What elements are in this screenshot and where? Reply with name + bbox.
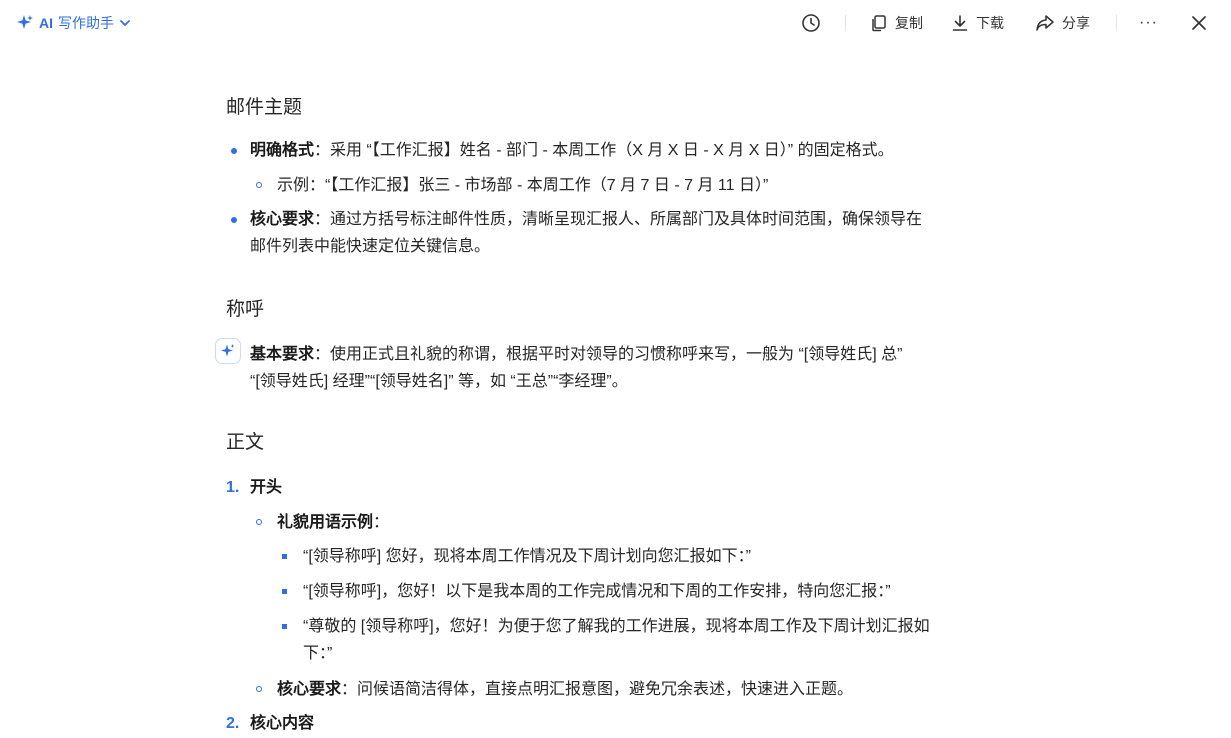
sparkle-icon [221,344,235,357]
bullet-square [282,624,287,629]
document-content: 邮件主题 明确格式：采用 “【工作汇报】姓名 - 部门 - 本周工作（X 月 X… [0,0,1231,738]
bullet-square [282,554,287,559]
item-bold-label: 明确格式 [250,142,315,159]
bullet-ring [256,519,262,525]
list-number: 1. [226,479,240,496]
list-item: 明确格式：采用 “【工作汇报】姓名 - 部门 - 本周工作（X 月 X 日 - … [250,137,894,164]
item-text: ：采用 “【工作汇报】姓名 - 部门 - 本周工作（X 月 X 日 - X 月 … [314,142,894,159]
bullet-ring [256,686,262,692]
list-number: 2. [226,715,240,732]
bullet-ring [256,182,262,188]
item-text: ：通过方括号标注邮件性质，清晰呈现汇报人、所属部门及具体时间范围，确保领导在 [314,211,923,228]
list-item: “尊敬的 [领导称呼]，您好！为便于您了解我的工作进展，现将本周工作及下周计划汇… [303,618,930,635]
list-item: “[领导称呼] 您好，现将本周工作情况及下周计划向您汇报如下：” [303,548,751,565]
ai-sparkle-button[interactable] [215,338,241,364]
list-item: “[领导称呼]，您好！以下是我本周的工作完成情况和下周的工作安排，特向您汇报：” [303,583,891,600]
item-text: ：使用正式且礼貌的称谓，根据平时对领导的习惯称呼来写，一般为 “[领导姓氏] 总… [314,346,903,363]
list-item: 示例：“【工作汇报】张三 - 市场部 - 本周工作（7 月 7 日 - 7 月 … [277,177,769,194]
list-item: 核心内容 [250,710,314,737]
bullet-dot [231,148,237,154]
item-bold-label: 核心要求 [277,681,342,698]
item-bold-label: 开头 [250,479,283,496]
list-item: 礼貌用语示例： [277,509,389,536]
list-item: 核心要求：问候语简洁得体，直接点明汇报意图，避免冗余表述，快速进入正题。 [277,676,853,703]
bullet-square [282,589,287,594]
section-title-salutation: 称呼 [226,299,265,320]
item-bold-label: 核心内容 [250,715,315,732]
bullet-dot [231,217,237,223]
list-item: 基本要求：使用正式且礼貌的称谓，根据平时对领导的习惯称呼来写，一般为 “[领导姓… [250,341,902,368]
item-bold-label: 基本要求 [250,346,315,363]
list-item: 开头 [250,474,282,501]
list-item: 核心要求：通过方括号标注邮件性质，清晰呈现汇报人、所属部门及具体时间范围，确保领… [250,206,922,233]
section-title-body: 正文 [226,432,265,453]
list-item-continuation: 邮件列表中能快速定位关键信息。 [250,238,491,255]
section-title-subject: 邮件主题 [226,97,303,118]
item-text: ： [373,514,390,531]
item-text: ：问候语简洁得体，直接点明汇报意图，避免冗余表述，快速进入正题。 [341,681,854,698]
item-bold-label: 核心要求 [250,211,315,228]
list-item-continuation: “[领导姓氏] 经理”“[领导姓名]” 等，如 “王总”“李经理”。 [250,373,628,390]
list-item-continuation: 下：” [303,645,333,662]
item-bold-label: 礼貌用语示例 [277,514,374,531]
